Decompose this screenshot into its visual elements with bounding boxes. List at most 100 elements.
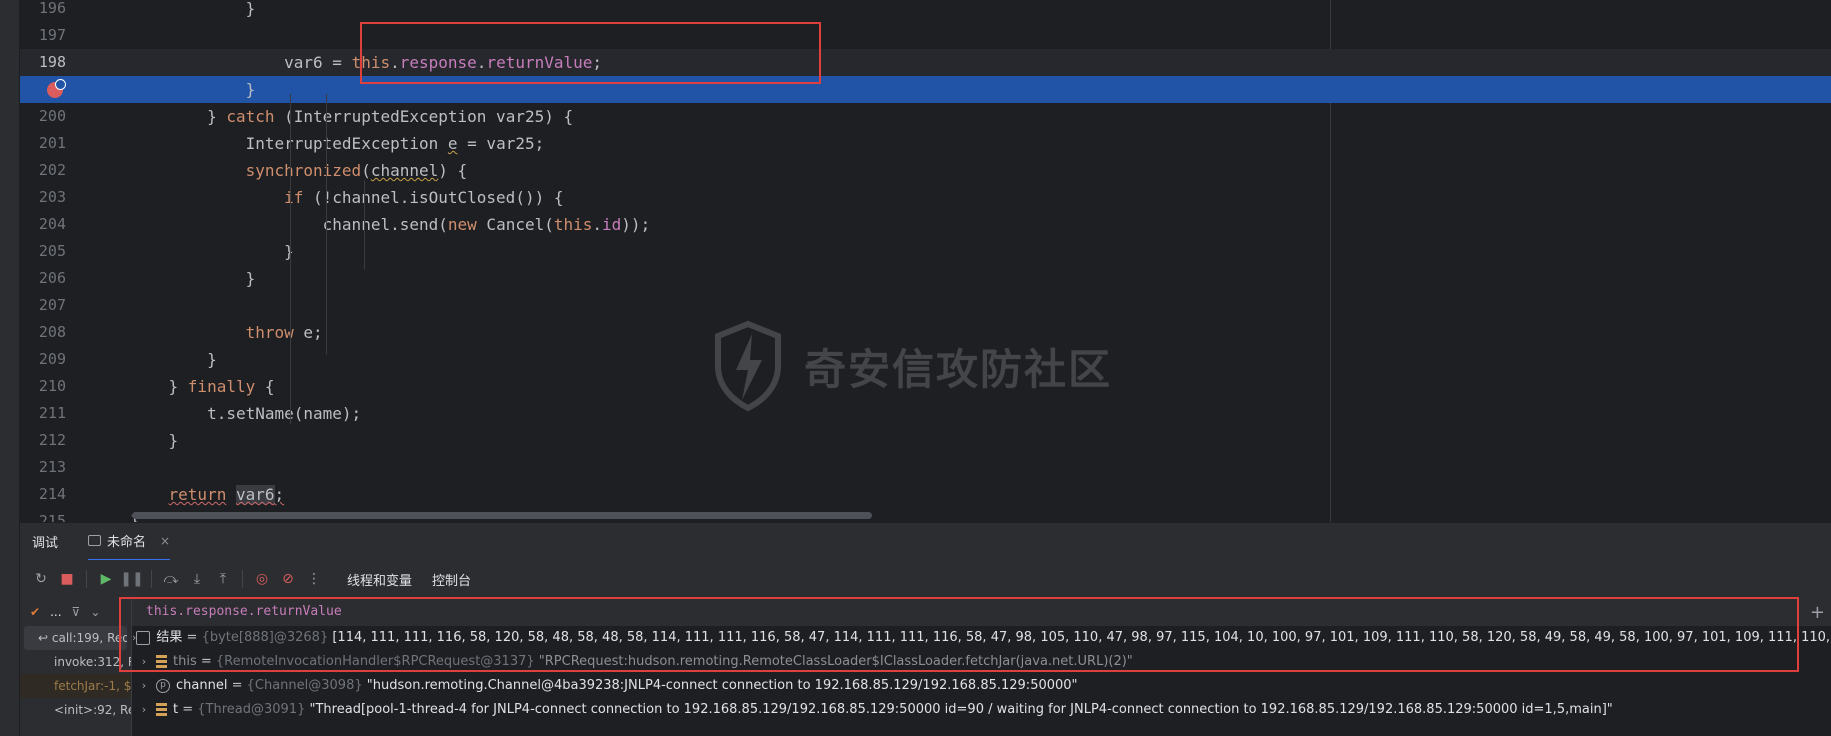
code-line[interactable]: 196 } — [0, 0, 1831, 22]
tab-threads-variables[interactable]: 线程和变量 — [347, 570, 412, 589]
toolbar-separator — [86, 570, 87, 588]
step-out-icon[interactable]: ⤒ — [210, 566, 236, 592]
variable-row[interactable]: › p channel = {Channel@3098} "hudson.remot… — [132, 674, 1831, 698]
code-text: } — [130, 238, 294, 265]
line-number[interactable]: 215 — [20, 508, 66, 522]
frame-item[interactable]: fetchJar:-1, $P — [20, 674, 131, 698]
code-line[interactable]: 211 t.setName(name); — [0, 400, 1831, 427]
close-icon[interactable]: × — [160, 534, 170, 548]
line-number[interactable]: 201 — [20, 130, 66, 157]
frame-item[interactable]: <init>:92, Rer — [20, 698, 131, 722]
code-line[interactable]: 208 throw e; — [0, 319, 1831, 346]
code-text: throw e; — [130, 319, 323, 346]
code-token: . — [592, 215, 603, 234]
line-number[interactable]: 212 — [20, 427, 66, 454]
chevron-right-icon[interactable]: › — [132, 698, 156, 722]
stop-icon[interactable]: ■ — [54, 566, 80, 592]
line-number[interactable]: 207 — [20, 292, 66, 319]
equals-sign: = — [227, 678, 247, 693]
code-token: { — [255, 377, 275, 396]
variable-row[interactable]: › t = {Thread@3091} "Thread[pool-1-thread… — [132, 698, 1831, 722]
code-line[interactable]: } — [0, 76, 1831, 103]
line-number[interactable]: 197 — [20, 22, 66, 49]
code-line[interactable]: 212 } — [0, 427, 1831, 454]
code-line[interactable]: 202 synchronized(channel) { — [0, 157, 1831, 184]
line-number[interactable]: 209 — [20, 346, 66, 373]
toolbar-separator — [242, 570, 243, 588]
code-line[interactable]: 201 InterruptedException e = var25; — [0, 130, 1831, 157]
step-into-icon[interactable]: ⤓ — [184, 566, 210, 592]
line-number[interactable]: 208 — [20, 319, 66, 346]
parameter-icon: p — [156, 679, 170, 693]
line-number[interactable]: 214 — [20, 481, 66, 508]
tab-session[interactable]: 未命名 × — [88, 523, 171, 561]
code-token: (InterruptedException var25) { — [274, 107, 574, 126]
line-number[interactable]: 210 — [20, 373, 66, 400]
step-over-icon[interactable]: ⤼ — [158, 566, 184, 592]
view-breakpoints-icon[interactable]: ◎ — [249, 566, 275, 592]
code-token: var6 — [235, 485, 275, 504]
code-line[interactable]: 210 } finally { — [0, 373, 1831, 400]
code-line[interactable]: 200 } catch (InterruptedException var25)… — [0, 103, 1831, 130]
code-token: this — [351, 53, 391, 72]
more-options-icon[interactable]: ⋮ — [301, 566, 327, 592]
code-token: response — [399, 53, 477, 72]
line-number[interactable]: 205 — [20, 238, 66, 265]
code-text: return var6; — [130, 481, 284, 508]
code-line[interactable]: 214 return var6; — [0, 481, 1831, 508]
add-watch-button[interactable]: + — [1810, 602, 1825, 623]
toolbar-separator — [151, 570, 152, 588]
code-editor[interactable]: 196 } 197 198 var6 = this.response.returnV… — [0, 0, 1831, 522]
code-token: ) { — [438, 161, 468, 180]
code-line[interactable]: 209 } — [0, 346, 1831, 373]
chevron-right-icon[interactable]: › — [132, 650, 156, 674]
code-line[interactable]: 213 — [0, 454, 1831, 481]
tab-debug[interactable]: 调试 — [32, 532, 58, 551]
variable-row[interactable]: › 结果 = {byte[888]@3268} [114, 111, 111, 1… — [132, 626, 1831, 650]
breakpoint-icon[interactable] — [47, 79, 66, 98]
mute-breakpoints-icon[interactable]: ⊘ — [275, 566, 301, 592]
frame-item[interactable]: ↩ call:199, Requ — [24, 626, 127, 650]
frames-thread-label[interactable]: ... — [50, 605, 61, 619]
pause-icon[interactable]: ❚❚ — [119, 566, 145, 592]
code-token: this — [553, 215, 593, 234]
line-number[interactable]: 196 — [20, 0, 66, 22]
horizontal-scrollbar[interactable] — [132, 512, 872, 519]
array-icon — [136, 631, 151, 645]
line-number[interactable]: 200 — [20, 103, 66, 130]
tab-console[interactable]: 控制台 — [432, 570, 471, 589]
code-line[interactable]: 207 — [0, 292, 1831, 319]
variable-row[interactable]: › this = {RemoteInvocationHandler$RPCRequ… — [132, 650, 1831, 674]
tab-session-label: 未命名 — [107, 535, 147, 550]
line-number[interactable]: 206 — [20, 265, 66, 292]
code-line[interactable]: 198 var6 = this.response.returnValue; — [0, 49, 1831, 76]
indent-guide — [326, 94, 327, 354]
rerun-icon[interactable]: ↻ — [28, 566, 54, 592]
line-number[interactable]: 203 — [20, 184, 66, 211]
line-number[interactable]: 202 — [20, 157, 66, 184]
code-token: )); — [621, 215, 651, 234]
chevron-down-icon[interactable]: ⌄ — [90, 605, 100, 619]
code-line[interactable]: 206 } — [0, 265, 1831, 292]
filter-icon[interactable]: ⊽ — [72, 605, 81, 619]
line-number[interactable]: 213 — [20, 454, 66, 481]
line-number[interactable]: 204 — [20, 211, 66, 238]
variable-type: {RemoteInvocationHandler$RPCRequest@3137… — [215, 654, 535, 669]
expression-input[interactable]: this.response.returnValue — [132, 598, 1831, 626]
code-token: Cancel( — [476, 215, 554, 234]
code-text: channel.send(new Cancel(this.id)); — [130, 211, 651, 238]
frame-item[interactable]: invoke:312, R — [20, 650, 131, 674]
code-line[interactable]: 205 } — [0, 238, 1831, 265]
resume-icon[interactable]: ▶ — [93, 566, 119, 592]
checkmark-icon[interactable]: ✔ — [30, 605, 40, 619]
line-number[interactable]: 211 — [20, 400, 66, 427]
line-number[interactable]: 198 — [20, 49, 66, 76]
code-token: new — [447, 215, 477, 234]
chevron-right-icon[interactable]: › — [132, 674, 156, 698]
frames-list: ↩ call:199, Requinvoke:312, RfetchJar:-1… — [20, 626, 131, 722]
code-line[interactable]: 203 if (!channel.isOutClosed()) { — [0, 184, 1831, 211]
code-line[interactable]: 197 — [0, 22, 1831, 49]
code-line[interactable]: 204 channel.send(new Cancel(this.id)); — [0, 211, 1831, 238]
code-token: InterruptedException — [130, 134, 448, 153]
equals-sign: = — [178, 702, 198, 717]
